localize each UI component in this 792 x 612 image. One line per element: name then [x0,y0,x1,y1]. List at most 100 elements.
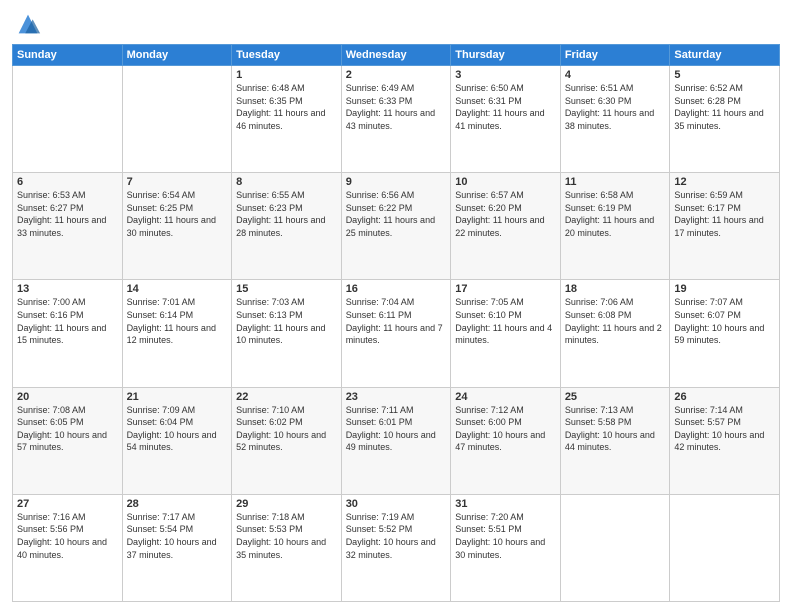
day-number: 24 [455,391,556,403]
day-number: 27 [17,498,118,510]
table-row: 28Sunrise: 7:17 AM Sunset: 5:54 PM Dayli… [122,494,232,601]
calendar-week-row: 6Sunrise: 6:53 AM Sunset: 6:27 PM Daylig… [13,173,780,280]
day-number: 15 [236,283,337,295]
logo [12,10,42,38]
day-info: Sunrise: 7:01 AM Sunset: 6:14 PM Dayligh… [127,296,228,346]
day-info: Sunrise: 7:13 AM Sunset: 5:58 PM Dayligh… [565,404,666,454]
day-number: 14 [127,283,228,295]
table-row: 6Sunrise: 6:53 AM Sunset: 6:27 PM Daylig… [13,173,123,280]
table-row [560,494,670,601]
day-number: 21 [127,391,228,403]
table-row: 30Sunrise: 7:19 AM Sunset: 5:52 PM Dayli… [341,494,451,601]
table-row: 23Sunrise: 7:11 AM Sunset: 6:01 PM Dayli… [341,387,451,494]
table-row [122,66,232,173]
day-info: Sunrise: 6:59 AM Sunset: 6:17 PM Dayligh… [674,189,775,239]
day-number: 28 [127,498,228,510]
day-number: 7 [127,176,228,188]
table-row: 9Sunrise: 6:56 AM Sunset: 6:22 PM Daylig… [341,173,451,280]
day-info: Sunrise: 7:11 AM Sunset: 6:01 PM Dayligh… [346,404,447,454]
day-number: 1 [236,69,337,81]
col-tuesday: Tuesday [232,45,342,66]
day-info: Sunrise: 7:20 AM Sunset: 5:51 PM Dayligh… [455,511,556,561]
table-row: 31Sunrise: 7:20 AM Sunset: 5:51 PM Dayli… [451,494,561,601]
day-number: 5 [674,69,775,81]
day-number: 6 [17,176,118,188]
table-row: 16Sunrise: 7:04 AM Sunset: 6:11 PM Dayli… [341,280,451,387]
table-row: 4Sunrise: 6:51 AM Sunset: 6:30 PM Daylig… [560,66,670,173]
logo-icon [14,10,42,38]
day-number: 8 [236,176,337,188]
col-thursday: Thursday [451,45,561,66]
col-saturday: Saturday [670,45,780,66]
day-info: Sunrise: 7:00 AM Sunset: 6:16 PM Dayligh… [17,296,118,346]
page: Sunday Monday Tuesday Wednesday Thursday… [0,0,792,612]
day-info: Sunrise: 6:54 AM Sunset: 6:25 PM Dayligh… [127,189,228,239]
calendar-table: Sunday Monday Tuesday Wednesday Thursday… [12,44,780,602]
table-row: 20Sunrise: 7:08 AM Sunset: 6:05 PM Dayli… [13,387,123,494]
day-info: Sunrise: 7:18 AM Sunset: 5:53 PM Dayligh… [236,511,337,561]
day-number: 25 [565,391,666,403]
table-row: 24Sunrise: 7:12 AM Sunset: 6:00 PM Dayli… [451,387,561,494]
day-info: Sunrise: 7:14 AM Sunset: 5:57 PM Dayligh… [674,404,775,454]
header [12,10,780,38]
day-info: Sunrise: 6:57 AM Sunset: 6:20 PM Dayligh… [455,189,556,239]
day-info: Sunrise: 7:17 AM Sunset: 5:54 PM Dayligh… [127,511,228,561]
col-wednesday: Wednesday [341,45,451,66]
day-number: 29 [236,498,337,510]
day-number: 23 [346,391,447,403]
day-number: 3 [455,69,556,81]
table-row: 22Sunrise: 7:10 AM Sunset: 6:02 PM Dayli… [232,387,342,494]
day-number: 2 [346,69,447,81]
day-number: 4 [565,69,666,81]
table-row: 11Sunrise: 6:58 AM Sunset: 6:19 PM Dayli… [560,173,670,280]
calendar-week-row: 1Sunrise: 6:48 AM Sunset: 6:35 PM Daylig… [13,66,780,173]
table-row: 19Sunrise: 7:07 AM Sunset: 6:07 PM Dayli… [670,280,780,387]
table-row: 10Sunrise: 6:57 AM Sunset: 6:20 PM Dayli… [451,173,561,280]
table-row: 5Sunrise: 6:52 AM Sunset: 6:28 PM Daylig… [670,66,780,173]
day-number: 18 [565,283,666,295]
table-row: 2Sunrise: 6:49 AM Sunset: 6:33 PM Daylig… [341,66,451,173]
calendar-week-row: 20Sunrise: 7:08 AM Sunset: 6:05 PM Dayli… [13,387,780,494]
day-info: Sunrise: 6:48 AM Sunset: 6:35 PM Dayligh… [236,82,337,132]
table-row: 26Sunrise: 7:14 AM Sunset: 5:57 PM Dayli… [670,387,780,494]
day-info: Sunrise: 6:51 AM Sunset: 6:30 PM Dayligh… [565,82,666,132]
table-row [13,66,123,173]
table-row [670,494,780,601]
col-monday: Monday [122,45,232,66]
table-row: 14Sunrise: 7:01 AM Sunset: 6:14 PM Dayli… [122,280,232,387]
table-row: 1Sunrise: 6:48 AM Sunset: 6:35 PM Daylig… [232,66,342,173]
day-info: Sunrise: 6:50 AM Sunset: 6:31 PM Dayligh… [455,82,556,132]
day-number: 10 [455,176,556,188]
day-info: Sunrise: 6:58 AM Sunset: 6:19 PM Dayligh… [565,189,666,239]
table-row: 29Sunrise: 7:18 AM Sunset: 5:53 PM Dayli… [232,494,342,601]
table-row: 18Sunrise: 7:06 AM Sunset: 6:08 PM Dayli… [560,280,670,387]
day-info: Sunrise: 6:55 AM Sunset: 6:23 PM Dayligh… [236,189,337,239]
day-number: 31 [455,498,556,510]
day-info: Sunrise: 7:03 AM Sunset: 6:13 PM Dayligh… [236,296,337,346]
table-row: 21Sunrise: 7:09 AM Sunset: 6:04 PM Dayli… [122,387,232,494]
day-number: 13 [17,283,118,295]
day-number: 20 [17,391,118,403]
day-number: 16 [346,283,447,295]
day-number: 17 [455,283,556,295]
day-info: Sunrise: 7:12 AM Sunset: 6:00 PM Dayligh… [455,404,556,454]
day-info: Sunrise: 6:49 AM Sunset: 6:33 PM Dayligh… [346,82,447,132]
col-friday: Friday [560,45,670,66]
day-number: 22 [236,391,337,403]
day-number: 12 [674,176,775,188]
table-row: 13Sunrise: 7:00 AM Sunset: 6:16 PM Dayli… [13,280,123,387]
table-row: 25Sunrise: 7:13 AM Sunset: 5:58 PM Dayli… [560,387,670,494]
day-info: Sunrise: 6:52 AM Sunset: 6:28 PM Dayligh… [674,82,775,132]
day-number: 30 [346,498,447,510]
table-row: 3Sunrise: 6:50 AM Sunset: 6:31 PM Daylig… [451,66,561,173]
day-info: Sunrise: 7:04 AM Sunset: 6:11 PM Dayligh… [346,296,447,346]
table-row: 17Sunrise: 7:05 AM Sunset: 6:10 PM Dayli… [451,280,561,387]
day-info: Sunrise: 7:16 AM Sunset: 5:56 PM Dayligh… [17,511,118,561]
day-number: 11 [565,176,666,188]
calendar-week-row: 13Sunrise: 7:00 AM Sunset: 6:16 PM Dayli… [13,280,780,387]
day-number: 26 [674,391,775,403]
table-row: 12Sunrise: 6:59 AM Sunset: 6:17 PM Dayli… [670,173,780,280]
table-row: 7Sunrise: 6:54 AM Sunset: 6:25 PM Daylig… [122,173,232,280]
day-info: Sunrise: 7:08 AM Sunset: 6:05 PM Dayligh… [17,404,118,454]
day-info: Sunrise: 6:53 AM Sunset: 6:27 PM Dayligh… [17,189,118,239]
